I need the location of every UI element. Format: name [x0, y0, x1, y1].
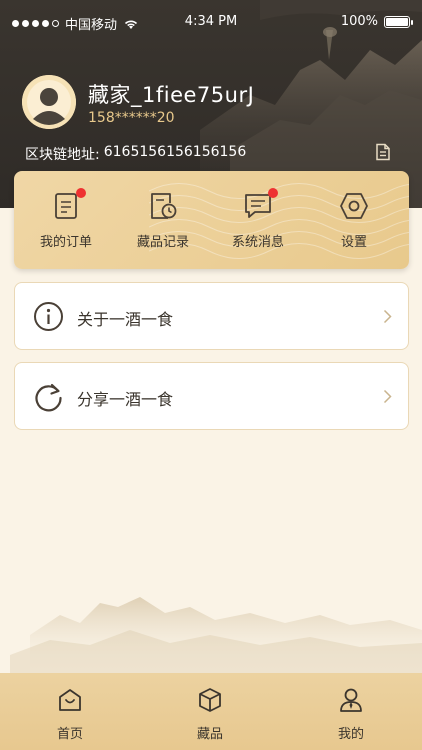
chain-address-value: 6165156156156156: [103, 144, 247, 160]
tab-label: 我的: [337, 727, 364, 742]
home-bag-icon: [59, 689, 81, 711]
notification-badge: [76, 188, 86, 198]
chevron-right-icon: [383, 309, 392, 324]
share-icon: [35, 383, 62, 412]
quick-action-messages[interactable]: 系统消息: [210, 188, 306, 261]
settings-hex-icon: [340, 193, 368, 219]
menu-row-about[interactable]: 关于一酒一食: [14, 282, 409, 350]
battery-icon: [384, 15, 413, 28]
quick-action-label: 设置: [340, 235, 367, 250]
quick-action-label: 系统消息: [231, 235, 284, 250]
quick-action-records[interactable]: 藏品记录: [115, 191, 211, 261]
chevron-right-icon: [383, 389, 392, 404]
status-bar: 中国移动 4:34 PM 100%: [0, 0, 422, 44]
battery-percent: 100%: [340, 14, 378, 29]
box-icon: [199, 688, 221, 712]
mountain-decoration: [10, 597, 422, 675]
menu-row-label: 关于一酒一食: [77, 310, 174, 329]
bottom-tab-bar: 首页 藏品 我的: [0, 673, 422, 750]
menu-row-share[interactable]: 分享一酒一食: [14, 362, 409, 430]
record-clock-icon: [151, 193, 177, 219]
quick-action-orders[interactable]: 我的订单: [18, 188, 114, 261]
chain-address-row: 区块链地址: 6165156156156156: [25, 144, 246, 164]
user-avatar-icon[interactable]: [22, 75, 76, 129]
quick-action-label: 藏品记录: [136, 235, 189, 250]
notification-badge: [268, 188, 278, 198]
tab-mine[interactable]: 我的: [311, 687, 391, 742]
chain-address-label: 区块链地址:: [25, 147, 100, 163]
tab-home[interactable]: 首页: [30, 687, 110, 742]
profile-icon: [340, 688, 362, 712]
document-icon[interactable]: [374, 143, 392, 161]
tab-label: 藏品: [196, 727, 223, 742]
quick-action-label: 我的订单: [39, 235, 92, 250]
quick-actions-card: 我的订单 藏品记录 系统消息 设置: [14, 171, 409, 269]
username: 藏家_1fiee75urJ: [88, 83, 255, 107]
info-icon: [34, 302, 63, 331]
quick-action-settings[interactable]: 设置: [306, 191, 402, 261]
menu-row-label: 分享一酒一食: [77, 390, 174, 409]
tab-label: 首页: [56, 727, 83, 742]
phone-number: 158******20: [88, 110, 175, 126]
tab-collection[interactable]: 藏品: [170, 687, 250, 742]
